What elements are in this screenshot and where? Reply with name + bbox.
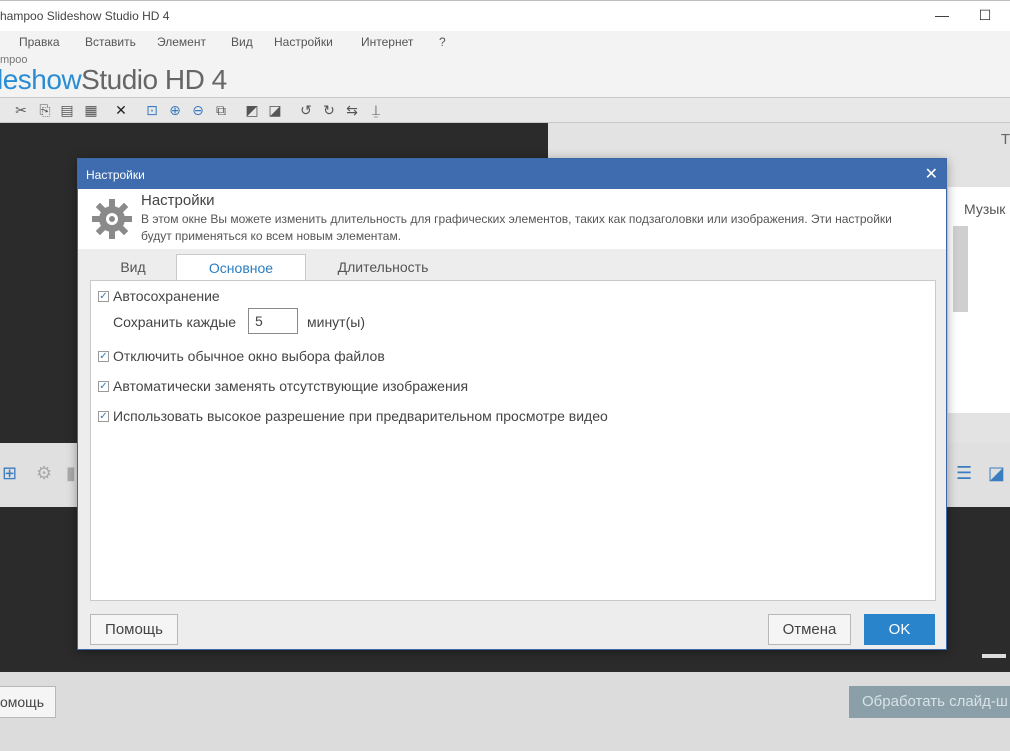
logo-part-a: leshow: [0, 64, 82, 95]
window-title: hampoo Slideshow Studio HD 4: [0, 9, 170, 23]
zoom-fit-icon[interactable]: ⊡: [143, 101, 161, 119]
menu-item-settings[interactable]: Настройки: [274, 35, 333, 49]
general-settings-panel: ✓ Автосохранение Сохранить каждые 5 мину…: [90, 280, 936, 601]
music-tab[interactable]: Музык: [964, 201, 1005, 217]
trash-icon[interactable]: ▮: [66, 463, 76, 484]
move-front-icon[interactable]: ◪: [266, 101, 284, 119]
close-icon[interactable]: ✕: [925, 164, 938, 184]
footer-bar: омощь Обработать слайд-ш: [0, 672, 1010, 751]
logo-version: 4: [204, 64, 228, 95]
cancel-button[interactable]: Отмена: [768, 614, 851, 645]
save-every-label: Сохранить каждые: [113, 314, 237, 330]
media-thumb: [953, 226, 968, 312]
paste-icon[interactable]: ▤: [58, 101, 76, 119]
main-toolbar: ✂ ⎘ ▤ ▦ ✕ ⊡ ⊕ ⊖ ⧉ ◩ ◪ ↺ ↻ ⇆ ⍊: [0, 98, 1010, 123]
align-icon[interactable]: ☰: [956, 463, 972, 484]
menu-item-view[interactable]: Вид: [231, 35, 253, 49]
autosave-interval-input[interactable]: 5: [248, 308, 298, 334]
edit-icon[interactable]: ◪: [988, 463, 1005, 484]
flip-icon[interactable]: ⇆: [343, 101, 361, 119]
delete-icon[interactable]: ✕: [112, 101, 130, 119]
app-logo: leshowStudio HD 4: [0, 64, 227, 96]
dialog-titlebar: Настройки ✕: [78, 159, 946, 189]
autosave-label: Автосохранение: [113, 288, 220, 304]
zoom-box-icon[interactable]: ⧉: [212, 101, 230, 119]
dialog-header: Настройки В этом окне Вы можете изменить…: [78, 189, 946, 249]
menu-item-element[interactable]: Элемент: [157, 35, 206, 49]
zoom-in-icon[interactable]: ⊕: [166, 101, 184, 119]
tab-general[interactable]: Основное: [176, 254, 306, 282]
dialog-header-description: В этом окне Вы можете изменить длительно…: [141, 212, 892, 243]
menu-bar: Правка Вставить Элемент Вид Настройки Ин…: [0, 31, 1010, 52]
zoom-out-icon[interactable]: ⊖: [189, 101, 207, 119]
cut-icon[interactable]: ✂: [12, 101, 30, 119]
tab-duration[interactable]: Длительность: [318, 254, 448, 281]
add-slide-icon[interactable]: ⊞: [2, 463, 17, 484]
timeline-scrollbar[interactable]: [982, 654, 1006, 658]
ok-button[interactable]: OK: [864, 614, 935, 645]
copy-icon[interactable]: ⎘: [36, 101, 54, 119]
dialog-header-title: Настройки: [141, 192, 215, 209]
logo-part-b: Studio HD: [81, 64, 205, 95]
stamp-icon[interactable]: ⍊: [367, 101, 385, 119]
replace-missing-checkbox[interactable]: ✓: [98, 381, 109, 392]
minutes-label: минут(ы): [307, 314, 365, 330]
main-help-button[interactable]: омощь: [0, 686, 56, 718]
high-res-preview-checkbox[interactable]: ✓: [98, 411, 109, 422]
window-titlebar: hampoo Slideshow Studio HD 4 — ☐: [0, 0, 1010, 31]
gear-icon[interactable]: ⚙: [36, 463, 52, 484]
gear-icon: [92, 199, 132, 239]
menu-item-internet[interactable]: Интернет: [361, 35, 413, 49]
help-button[interactable]: Помощь: [90, 614, 178, 645]
autosave-checkbox[interactable]: ✓: [98, 291, 109, 302]
settings-dialog: Настройки ✕ Настройки В этом окне Вы мож…: [77, 158, 947, 650]
dialog-title: Настройки: [86, 168, 145, 182]
process-slideshow-button[interactable]: Обработать слайд-ш: [849, 686, 1010, 718]
tab-view[interactable]: Вид: [96, 254, 170, 281]
rotate-right-icon[interactable]: ↻: [320, 101, 338, 119]
disable-file-dialog-checkbox[interactable]: ✓: [98, 351, 109, 362]
menu-item-edit[interactable]: Правка: [19, 35, 60, 49]
high-res-preview-label: Использовать высокое разрешение при пред…: [113, 408, 608, 424]
layers-icon[interactable]: ▦: [82, 101, 100, 119]
brand-bar: mpoo leshowStudio HD 4: [0, 52, 1010, 98]
menu-item-help[interactable]: ?: [439, 35, 446, 49]
disable-file-dialog-label: Отключить обычное окно выбора файлов: [113, 348, 385, 364]
right-tab-label[interactable]: Т: [1001, 131, 1010, 148]
minimize-button[interactable]: —: [932, 7, 952, 23]
maximize-button[interactable]: ☐: [975, 7, 995, 24]
replace-missing-label: Автоматически заменять отсутствующие изо…: [113, 378, 469, 394]
move-back-icon[interactable]: ◩: [243, 101, 261, 119]
rotate-left-icon[interactable]: ↺: [297, 101, 315, 119]
menu-item-insert[interactable]: Вставить: [85, 35, 136, 49]
